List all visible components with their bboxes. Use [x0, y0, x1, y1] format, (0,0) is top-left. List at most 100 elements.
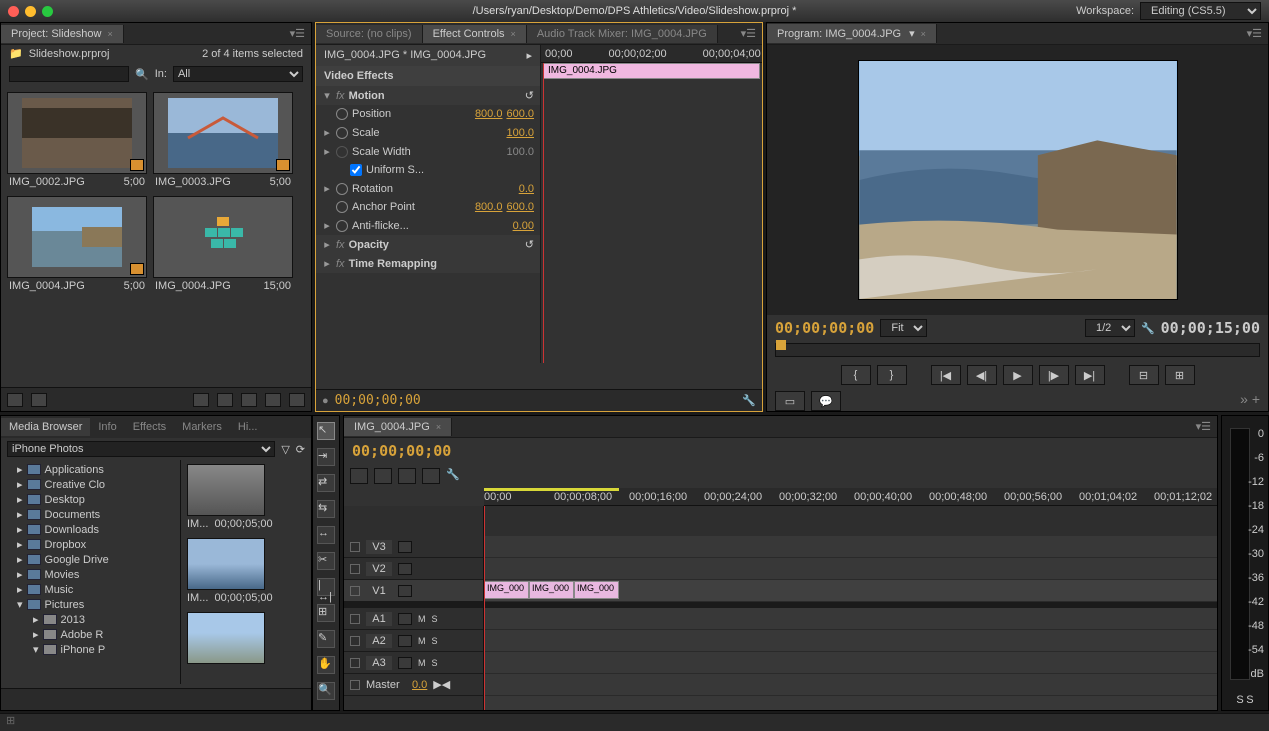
- bin-item[interactable]: IMG_0003.JPG5;00: [153, 92, 293, 190]
- mark-out-button[interactable]: }: [877, 365, 907, 385]
- settings-button[interactable]: [422, 468, 440, 484]
- markers-tab[interactable]: Markers: [174, 418, 230, 436]
- track-header-a1[interactable]: A1MS: [344, 608, 483, 630]
- slide-tool[interactable]: ⊞: [317, 604, 335, 622]
- panel-menu-icon[interactable]: ▾☰: [1196, 420, 1211, 433]
- effect-controls-tab[interactable]: Effect Controls×: [423, 25, 527, 43]
- close-icon[interactable]: ×: [436, 422, 441, 432]
- stopwatch-icon[interactable]: [336, 183, 348, 195]
- hand-tool[interactable]: ✋: [317, 656, 335, 674]
- delete-button[interactable]: [289, 393, 305, 407]
- program-ruler[interactable]: [775, 343, 1260, 357]
- effects-tab[interactable]: Effects: [125, 418, 174, 436]
- filter-icon[interactable]: ▽: [281, 443, 289, 456]
- twirl-icon[interactable]: ▾: [322, 89, 332, 102]
- program-tab[interactable]: Program: IMG_0004.JPG▾×: [767, 24, 937, 43]
- mute-icon[interactable]: [398, 635, 412, 647]
- track-v3[interactable]: [484, 536, 1217, 558]
- effect-mini-timeline[interactable]: 00;0000;00;02;0000;00;04;00 IMG_0004.JPG: [541, 45, 762, 363]
- export-frame-button[interactable]: ▭: [775, 391, 805, 411]
- solo-button[interactable]: S: [1236, 694, 1243, 706]
- track-a1[interactable]: [484, 608, 1217, 630]
- automate-button[interactable]: [193, 393, 209, 407]
- step-back-button[interactable]: ◀|: [967, 365, 997, 385]
- lock-icon[interactable]: [350, 658, 360, 668]
- rotation-value[interactable]: 0.0: [519, 183, 534, 195]
- eye-icon[interactable]: [398, 585, 412, 597]
- rate-stretch-tool[interactable]: ↔: [317, 526, 335, 544]
- snap-button[interactable]: [350, 468, 368, 484]
- track-v1[interactable]: IMG_000 IMG_000 IMG_000: [484, 580, 1217, 602]
- uniform-scale-checkbox[interactable]: [350, 164, 362, 176]
- source-tab[interactable]: Source: (no clips): [316, 25, 423, 43]
- track-select-tool[interactable]: ⇥: [317, 448, 335, 466]
- track-header-v1[interactable]: V1: [344, 580, 483, 602]
- go-to-in-button[interactable]: |◀: [931, 365, 961, 385]
- chevron-right-icon[interactable]: ▸: [526, 49, 532, 62]
- solo-button[interactable]: S: [1246, 694, 1253, 706]
- twirl-icon[interactable]: ▸: [322, 182, 332, 195]
- stopwatch-icon[interactable]: [336, 201, 348, 213]
- source-select[interactable]: iPhone Photos: [7, 441, 275, 457]
- timeline-playhead[interactable]: [484, 506, 485, 710]
- ripple-edit-tool[interactable]: ⇄: [317, 474, 335, 492]
- sequence-tab[interactable]: IMG_0004.JPG×: [344, 418, 452, 436]
- stopwatch-icon[interactable]: [336, 127, 348, 139]
- rolling-edit-tool[interactable]: ⇆: [317, 500, 335, 518]
- scale-value[interactable]: 100.0: [506, 127, 534, 139]
- step-forward-button[interactable]: |▶: [1039, 365, 1069, 385]
- wrench-icon[interactable]: 🔧: [446, 468, 460, 484]
- project-tab[interactable]: Project: Slideshow×: [1, 25, 124, 43]
- playhead-marker[interactable]: [776, 340, 786, 350]
- flicker-value[interactable]: 0.00: [513, 220, 534, 232]
- timeline-ruler[interactable]: 00;00 00;00;08;00 00;00;16;00 00;00;24;0…: [484, 488, 1217, 506]
- bin-item[interactable]: IMG_0002.JPG5;00: [7, 92, 147, 190]
- track-header-a2[interactable]: A2MS: [344, 630, 483, 652]
- info-tab[interactable]: Info: [90, 418, 124, 436]
- track-a3[interactable]: [484, 652, 1217, 674]
- track-a2[interactable]: [484, 630, 1217, 652]
- twirl-icon[interactable]: ▸: [322, 238, 332, 251]
- razor-tool[interactable]: ✂: [317, 552, 335, 570]
- extract-button[interactable]: ⊞: [1165, 365, 1195, 385]
- audio-mixer-tab[interactable]: Audio Track Mixer: IMG_0004.JPG: [527, 25, 718, 43]
- reset-icon[interactable]: ↺: [525, 238, 534, 251]
- list-view-button[interactable]: [7, 393, 23, 407]
- lock-icon[interactable]: [350, 586, 360, 596]
- timeline-timecode[interactable]: 00;00;00;00: [352, 442, 451, 460]
- position-x-value[interactable]: 800.0: [475, 108, 503, 120]
- track-header-v2[interactable]: V2: [344, 558, 483, 580]
- play-icon[interactable]: ●: [322, 395, 329, 407]
- track-header-a3[interactable]: A3MS: [344, 652, 483, 674]
- lock-icon[interactable]: [350, 542, 360, 552]
- comparison-button[interactable]: 💬: [811, 391, 841, 411]
- panel-menu-icon[interactable]: ▾☰: [741, 27, 756, 40]
- effect-timecode[interactable]: 00;00;00;00: [335, 393, 421, 408]
- zoom-icon[interactable]: 🔧: [742, 394, 756, 407]
- stopwatch-icon[interactable]: [336, 220, 348, 232]
- close-icon[interactable]: ×: [108, 29, 113, 39]
- wrench-icon[interactable]: 🔧: [1141, 322, 1155, 335]
- resolution-select[interactable]: 1/2: [1085, 319, 1135, 337]
- timeline-tracks[interactable]: IMG_000 IMG_000 IMG_000: [484, 506, 1217, 710]
- search-input[interactable]: [9, 66, 129, 82]
- playhead[interactable]: [543, 63, 544, 363]
- twirl-icon[interactable]: ▸: [322, 219, 332, 232]
- mark-in-button[interactable]: {: [841, 365, 871, 385]
- twirl-icon[interactable]: ▸: [322, 126, 332, 139]
- bin-item[interactable]: IMG_0004.JPG15;00: [153, 196, 293, 294]
- program-viewport[interactable]: [767, 45, 1268, 315]
- track-v2[interactable]: [484, 558, 1217, 580]
- anchor-x-value[interactable]: 800.0: [475, 201, 503, 213]
- in-filter-select[interactable]: All: [173, 66, 303, 82]
- icon-view-button[interactable]: [31, 393, 47, 407]
- media-item[interactable]: [181, 608, 311, 670]
- media-item[interactable]: IM... 00;00;05;00: [181, 460, 311, 534]
- slip-tool[interactable]: |↔|: [317, 578, 335, 596]
- media-list[interactable]: IM... 00;00;05;00 IM... 00;00;05;00: [181, 460, 311, 684]
- new-item-button[interactable]: [265, 393, 281, 407]
- media-item[interactable]: IM... 00;00;05;00: [181, 534, 311, 608]
- history-tab[interactable]: Hi...: [230, 418, 266, 436]
- program-tc-left[interactable]: 00;00;00;00: [775, 319, 874, 337]
- lock-icon[interactable]: [350, 614, 360, 624]
